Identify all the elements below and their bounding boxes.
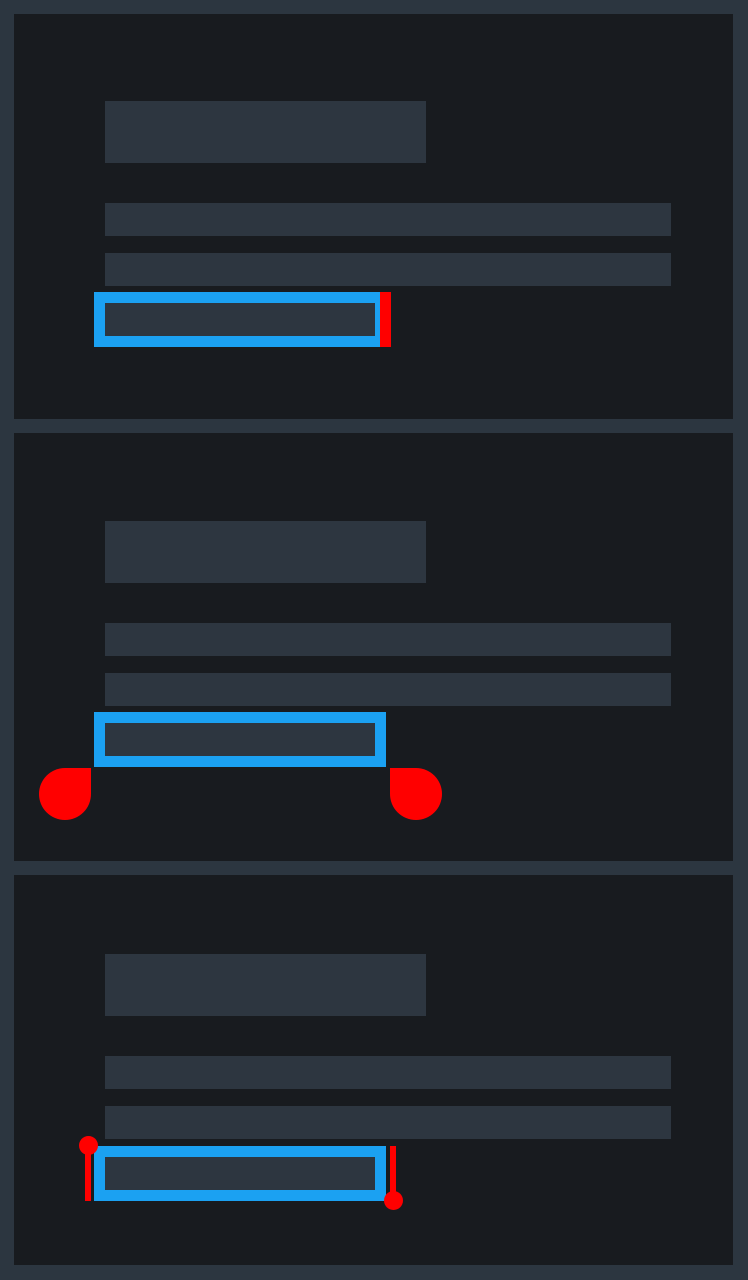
text-line-placeholder: [105, 203, 671, 236]
selection-start-handle-knob[interactable]: [79, 1136, 98, 1155]
text-line-placeholder: [105, 673, 671, 706]
heading-placeholder: [105, 101, 426, 163]
text-line-placeholder: [105, 623, 671, 656]
text-line-placeholder: [105, 1106, 671, 1139]
panel-caret-handle: [14, 14, 733, 419]
text-line-placeholder: [105, 1056, 671, 1089]
panel-teardrop-handles: [14, 433, 733, 861]
caret-handle[interactable]: [380, 292, 391, 347]
heading-placeholder: [105, 954, 426, 1016]
selection-end-handle-knob[interactable]: [384, 1191, 403, 1210]
selected-text-box[interactable]: [94, 1146, 386, 1201]
selected-text-box[interactable]: [94, 712, 386, 767]
selection-start-handle[interactable]: [39, 768, 91, 820]
panel-lollipop-handles: [14, 875, 733, 1265]
heading-placeholder: [105, 521, 426, 583]
text-line-placeholder: [105, 253, 671, 286]
selection-end-handle[interactable]: [390, 768, 442, 820]
selected-text-box[interactable]: [94, 292, 386, 347]
